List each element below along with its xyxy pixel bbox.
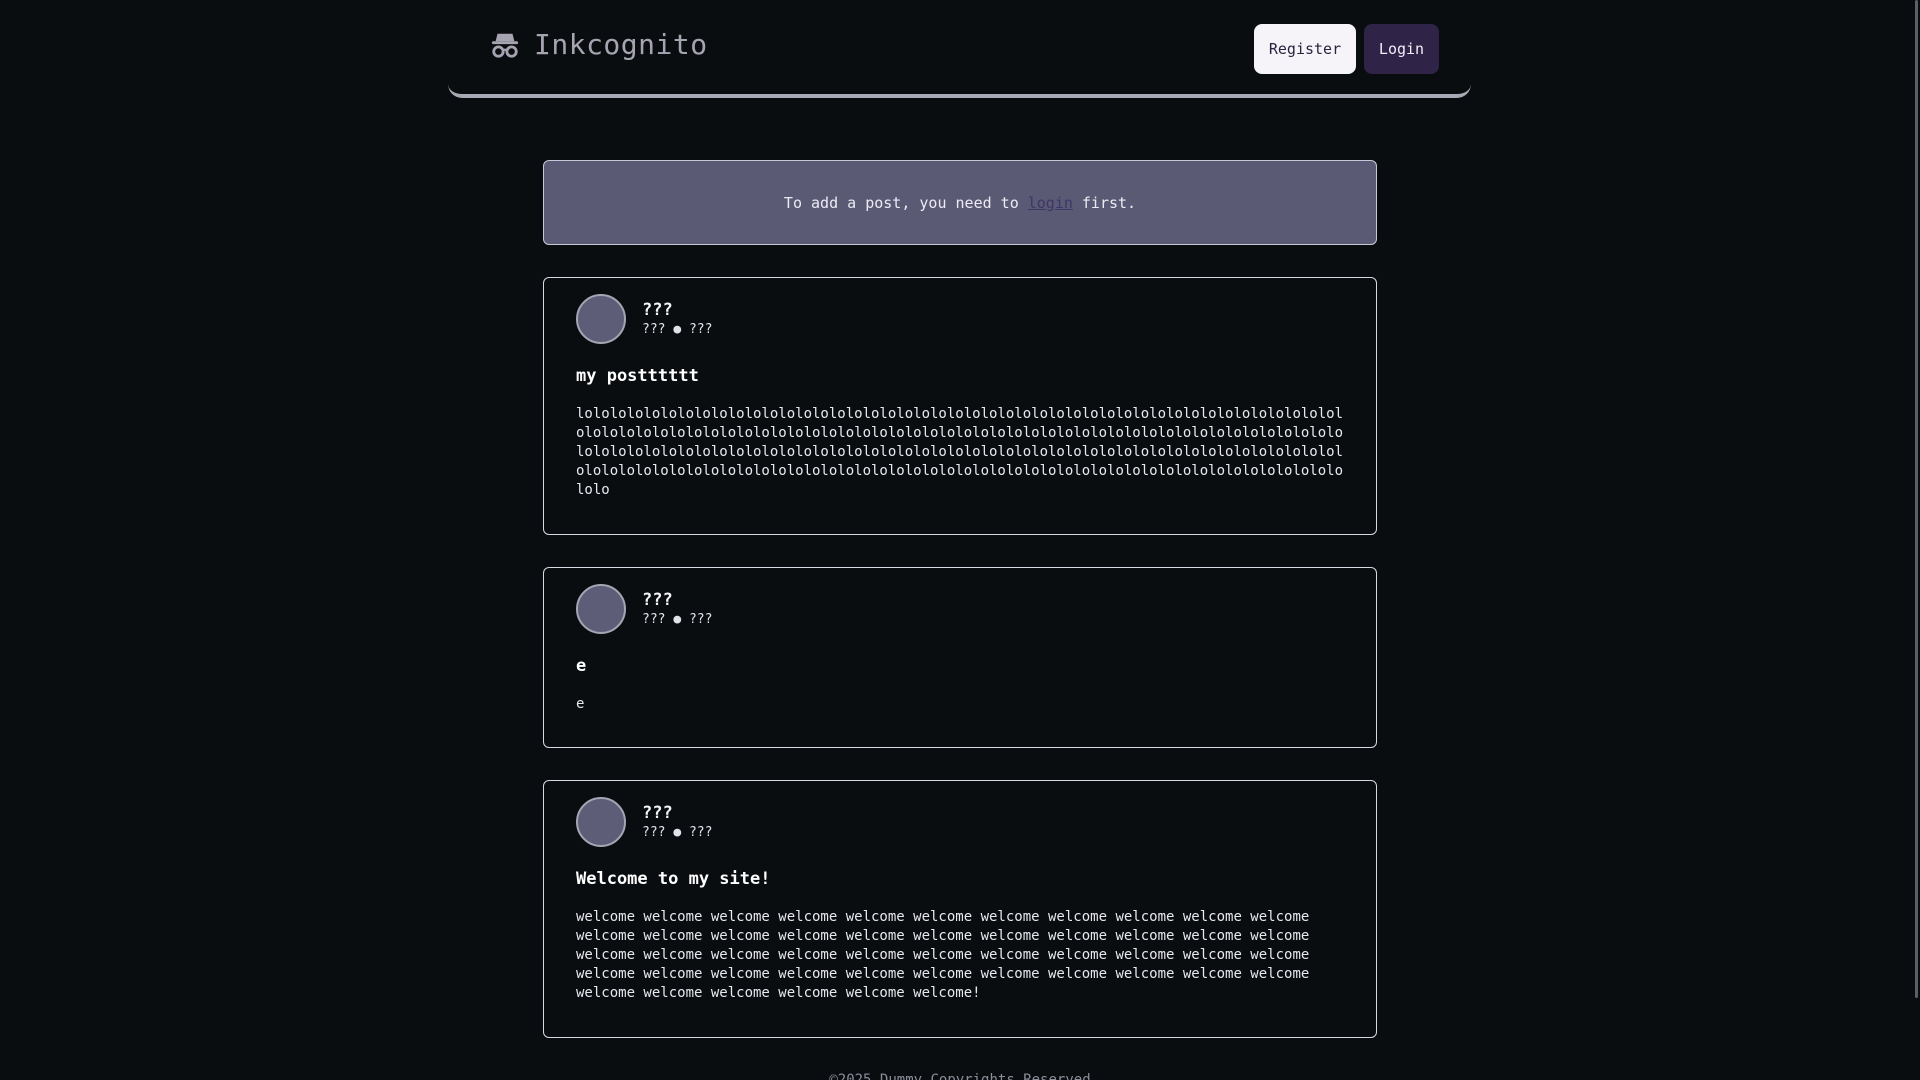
register-button[interactable]: Register (1254, 24, 1356, 74)
post-card: ??? ??? ● ??? my postttttt lolololololol… (543, 277, 1377, 535)
post-card: ??? ??? ● ??? e e (543, 567, 1377, 748)
post-author[interactable]: ??? (642, 803, 712, 823)
site-header: Inkcognito Register Login (448, 0, 1471, 98)
scrollbar[interactable] (1906, 0, 1920, 1080)
post-title: my postttttt (576, 366, 699, 386)
post-header: ??? ??? ● ??? (576, 294, 1344, 346)
post-author[interactable]: ??? (642, 590, 712, 610)
post-title: e (576, 656, 587, 676)
avatar[interactable] (576, 294, 626, 344)
post-meta-right: ??? (688, 825, 713, 840)
notice-text-after: first. (1081, 193, 1137, 212)
post-header: ??? ??? ● ??? (576, 797, 1344, 849)
post-body: lolololololololololololololololololololo… (576, 406, 1344, 498)
separator-dot-icon: ● (673, 612, 682, 627)
separator-dot-icon: ● (673, 322, 682, 337)
post-card: ??? ??? ● ??? Welcome to my site! welcom… (543, 780, 1377, 1038)
post-meta-right: ??? (688, 612, 713, 627)
scrollbar-thumb[interactable] (1915, 0, 1918, 998)
notice-text-before: To add a post, you need to (783, 193, 1019, 212)
avatar[interactable] (576, 584, 626, 634)
post-meta-left: ??? (642, 612, 666, 627)
brand-name: Inkcognito (534, 28, 708, 61)
post-meta-left: ??? (642, 825, 666, 840)
post-subline: ??? ● ??? (642, 825, 712, 841)
login-notice: To add a post, you need to login first. (543, 160, 1377, 245)
post-meta: ??? ??? ● ??? (642, 584, 712, 628)
separator-dot-icon: ● (673, 825, 682, 840)
avatar[interactable] (576, 797, 626, 847)
page: Inkcognito Register Login To add a post,… (0, 0, 1920, 1080)
post-header: ??? ??? ● ??? (576, 584, 1344, 636)
post-title: Welcome to my site! (576, 869, 771, 889)
post-body: e (576, 696, 585, 712)
post-subline: ??? ● ??? (642, 322, 712, 338)
post-meta: ??? ??? ● ??? (642, 294, 712, 338)
post-meta: ??? ??? ● ??? (642, 797, 712, 841)
footer-copyright: ©2025 Dummy Copyrights Reserved (829, 1072, 1091, 1080)
spy-icon (491, 33, 519, 58)
post-meta-left: ??? (642, 322, 666, 337)
brand[interactable]: Inkcognito (490, 28, 708, 61)
post-subline: ??? ● ??? (642, 612, 712, 628)
post-body: welcome welcome welcome welcome welcome … (576, 909, 1310, 1001)
post-meta-right: ??? (688, 322, 713, 337)
notice-login-link[interactable]: login (1028, 194, 1073, 212)
post-author[interactable]: ??? (642, 300, 712, 320)
login-button[interactable]: Login (1364, 24, 1439, 74)
